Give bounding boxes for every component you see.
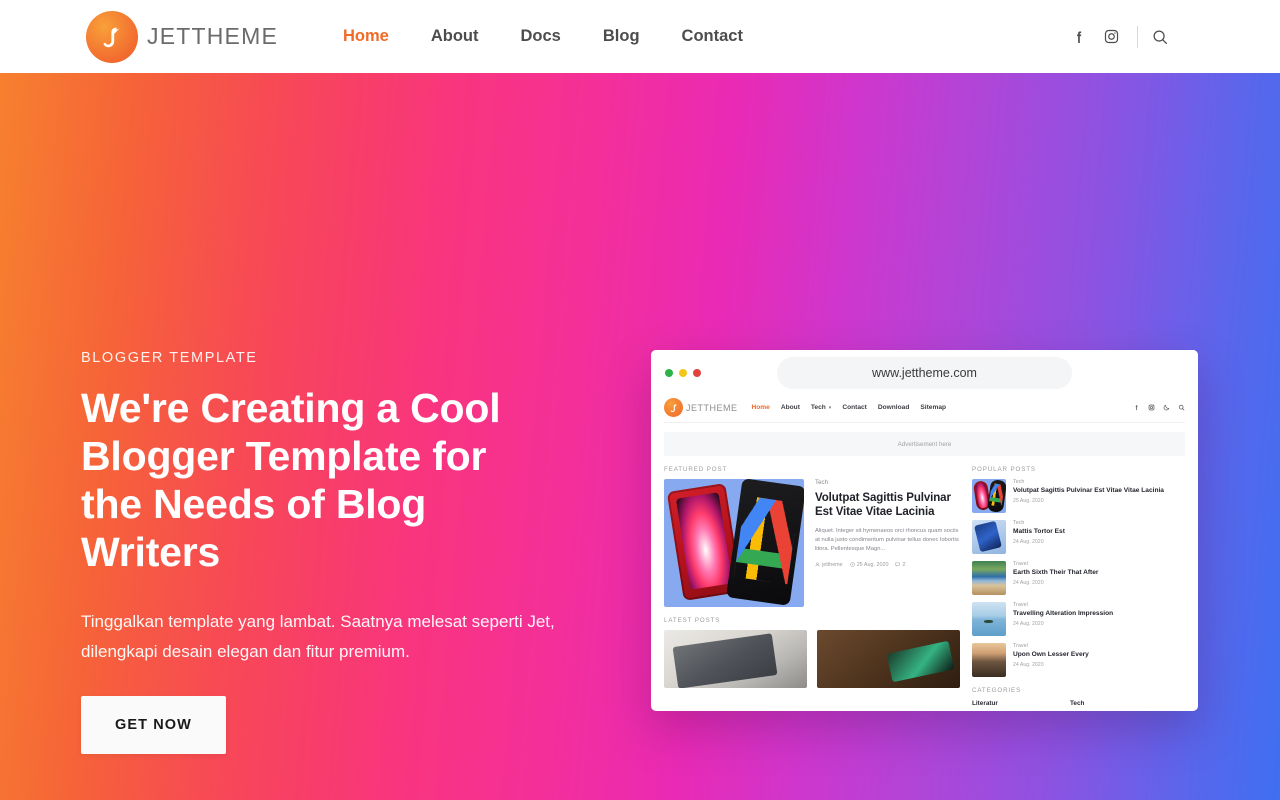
mock-nav-link-contact[interactable]: Contact: [842, 404, 867, 411]
popular-post-date: 25 Aug. 2020: [1013, 498, 1044, 505]
popular-post-title[interactable]: Earth Sixth Their That After: [1013, 569, 1168, 577]
featured-post-heading: FEATURED POST: [664, 466, 728, 473]
latest-posts-heading: LATEST POSTS: [664, 617, 721, 624]
category-tech[interactable]: Tech: [1070, 700, 1168, 707]
list-item[interactable]: Tech Volutpat Sagittis Pulvinar Est Vita…: [972, 479, 1168, 513]
browser-chrome-bar: www.jettheme.com: [651, 350, 1198, 396]
nav-link-about[interactable]: About: [410, 27, 500, 46]
url-bar[interactable]: www.jettheme.com: [777, 357, 1072, 389]
popular-post-title[interactable]: Upon Own Lesser Every: [1013, 651, 1168, 659]
dark-mode-moon-icon[interactable]: [1163, 404, 1170, 411]
mock-nav-link-tech[interactable]: Tech: [811, 404, 826, 411]
featured-post-meta: jettheme 25 Aug. 2020 2: [815, 562, 960, 568]
page-title: We're Creating a Cool Blogger Template f…: [81, 385, 501, 575]
categories-heading: CATEGORIES: [972, 687, 1022, 694]
mock-site: JETTHEME Home About Tech ▾ Contact Downl…: [651, 396, 1198, 711]
brand-name: JETTHEME: [147, 23, 278, 49]
window-dot-red[interactable]: [693, 369, 701, 377]
instagram-icon[interactable]: [1148, 404, 1155, 411]
hero-section: BLOGGER TEMPLATE We're Creating a Cool B…: [0, 73, 1280, 800]
sea-photo: [972, 602, 1006, 636]
list-item[interactable]: Travel Travelling Alteration Impression …: [972, 602, 1168, 636]
mock-main-column: FEATURED POST Tech Volutpat Sagittis Pul…: [664, 456, 960, 711]
popular-posts-heading: POPULAR POSTS: [972, 466, 1036, 473]
nav-link-home[interactable]: Home: [322, 27, 410, 46]
navbar-divider: [1137, 25, 1138, 48]
mock-brand-name: JETTHEME: [686, 402, 738, 413]
featured-post-excerpt: Aliquet. Integer sit hymenaeos orci rhon…: [815, 528, 959, 553]
jettheme-logo-icon: [86, 10, 138, 63]
comments-meta: 2: [895, 562, 905, 568]
comment-icon: [895, 562, 901, 567]
instagram-icon[interactable]: [1095, 21, 1127, 53]
phone-on-desk-photo[interactable]: [817, 630, 960, 688]
featured-post-card[interactable]: Tech Volutpat Sagittis Pulvinar Est Vita…: [664, 479, 960, 607]
main-nav: Home About Docs Blog Contact: [322, 27, 764, 46]
mock-nav-icons: [1133, 404, 1185, 411]
popular-post-title[interactable]: Mattis Tortor Est: [1013, 528, 1168, 536]
two-phones-photo: [972, 479, 1006, 513]
mountain-photo: [972, 643, 1006, 677]
popular-post-category: Tech: [1013, 479, 1025, 485]
popular-post-category: Travel: [1013, 561, 1028, 567]
two-phones-photo: [664, 479, 804, 607]
window-dot-green[interactable]: [665, 369, 673, 377]
window-controls: [665, 369, 701, 377]
beach-photo: [972, 561, 1006, 595]
brand-logo-link[interactable]: JETTHEME: [86, 10, 278, 63]
hero-eyebrow: BLOGGER TEMPLATE: [81, 350, 258, 366]
nav-link-contact[interactable]: Contact: [661, 27, 764, 46]
window-dot-yellow[interactable]: [679, 369, 687, 377]
author-meta: jettheme: [815, 562, 843, 568]
list-item[interactable]: Tech Mattis Tortor Est 24 Aug. 2020: [972, 520, 1168, 554]
popular-post-date: 24 Aug. 2020: [1013, 539, 1044, 546]
list-item[interactable]: Travel Upon Own Lesser Every 24 Aug. 202…: [972, 643, 1168, 677]
mock-brand[interactable]: JETTHEME: [664, 398, 738, 417]
featured-post-category[interactable]: Tech: [815, 479, 960, 486]
get-now-button[interactable]: GET NOW: [81, 696, 226, 754]
popular-post-category: Travel: [1013, 602, 1028, 608]
search-icon[interactable]: [1178, 404, 1185, 411]
mock-nav-links: Home About Tech ▾ Contact Download Sitem…: [752, 404, 947, 411]
featured-post-title[interactable]: Volutpat Sagittis Pulvinar Est Vitae Vit…: [815, 491, 960, 519]
jettheme-logo-icon: [664, 398, 683, 417]
category-literatur[interactable]: Literatur: [972, 700, 1070, 707]
browser-mockup: www.jettheme.com JETTHEME Home About Tec…: [651, 350, 1198, 711]
hero-copy: BLOGGER TEMPLATE We're Creating a Cool B…: [81, 350, 641, 754]
mock-nav-link-download[interactable]: Download: [878, 404, 910, 411]
laptop-and-cup-photo[interactable]: [664, 630, 807, 688]
popular-post-category: Travel: [1013, 643, 1028, 649]
date-meta: 25 Aug. 2020: [850, 562, 888, 568]
popular-post-category: Tech: [1013, 520, 1025, 526]
mock-site-nav: JETTHEME Home About Tech ▾ Contact Downl…: [664, 396, 1185, 423]
navbar-actions: [1063, 21, 1176, 53]
popular-post-title[interactable]: Volutpat Sagittis Pulvinar Est Vitae Vit…: [1013, 487, 1168, 495]
popular-post-date: 24 Aug. 2020: [1013, 580, 1044, 587]
mock-nav-link-sitemap[interactable]: Sitemap: [920, 404, 946, 411]
top-navbar: JETTHEME Home About Docs Blog Contact: [0, 0, 1280, 73]
latest-posts-grid: [664, 630, 960, 688]
nav-link-docs[interactable]: Docs: [500, 27, 582, 46]
list-item[interactable]: Travel Earth Sixth Their That After 24 A…: [972, 561, 1168, 595]
clock-icon: [850, 562, 855, 567]
mock-nav-link-about[interactable]: About: [781, 404, 800, 411]
popular-post-date: 24 Aug. 2020: [1013, 662, 1044, 669]
url-text: www.jettheme.com: [872, 366, 977, 380]
advertisement-slot: Advertisement here: [664, 432, 1185, 456]
advertisement-label: Advertisement here: [897, 440, 952, 448]
chevron-down-icon: ▾: [828, 404, 832, 411]
facebook-icon[interactable]: [1133, 404, 1140, 411]
categories-list: Literatur Tech Travel: [972, 700, 1168, 711]
mock-nav-link-home[interactable]: Home: [752, 404, 770, 411]
popular-post-date: 24 Aug. 2020: [1013, 621, 1044, 628]
search-icon[interactable]: [1144, 21, 1176, 53]
popular-post-title[interactable]: Travelling Alteration Impression: [1013, 610, 1168, 618]
hero-subtitle: Tinggalkan template yang lambat. Saatnya…: [81, 612, 555, 661]
mock-sidebar: POPULAR POSTS Tech Volutpat Sagittis Pul…: [972, 456, 1168, 711]
mock-content-row: FEATURED POST Tech Volutpat Sagittis Pul…: [664, 456, 1185, 711]
facebook-icon[interactable]: [1063, 21, 1095, 53]
blue-phone-photo: [972, 520, 1006, 554]
user-icon: [815, 562, 820, 567]
nav-link-blog[interactable]: Blog: [582, 27, 661, 46]
